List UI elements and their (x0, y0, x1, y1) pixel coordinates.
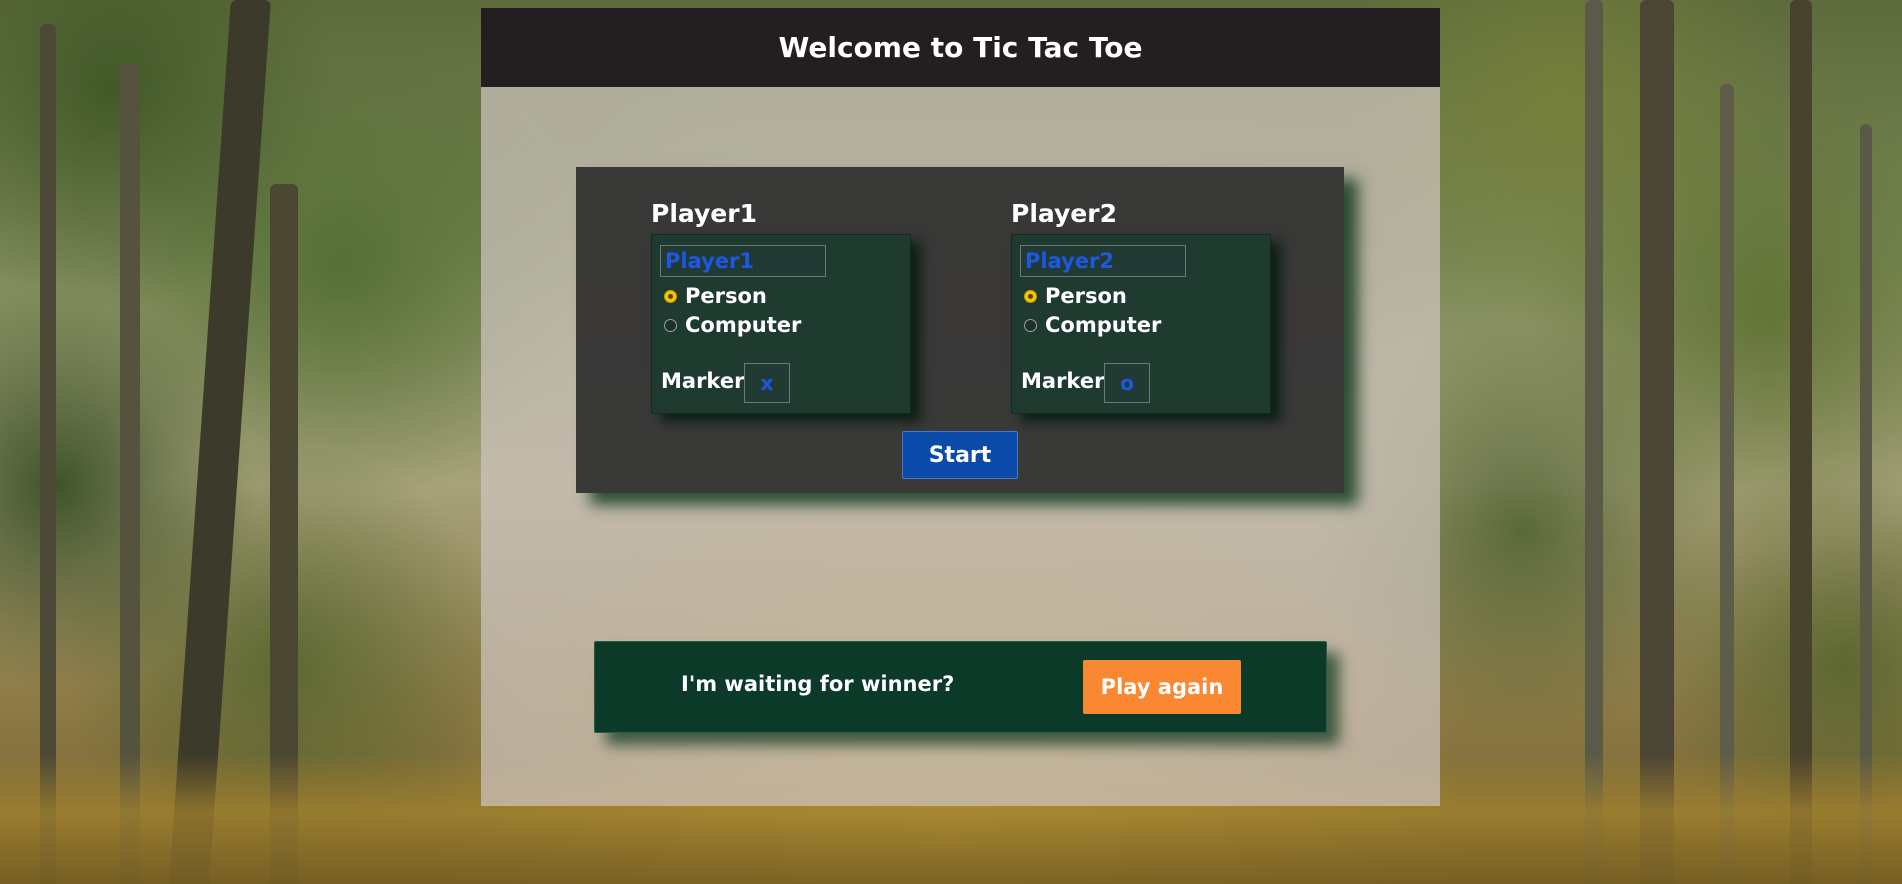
player2-computer-radio[interactable] (1024, 318, 1037, 332)
player2-person-radio[interactable] (1024, 289, 1037, 303)
player2-option-person[interactable]: Person (1024, 283, 1127, 309)
player1-computer-label: Computer (685, 313, 802, 337)
tree-trunk (1585, 0, 1603, 884)
player2-name-input[interactable] (1020, 245, 1186, 277)
player2-marker-field[interactable]: o (1104, 363, 1150, 403)
player1-name-input[interactable] (660, 245, 826, 277)
tree-trunk (1790, 0, 1812, 884)
tree-trunk (1640, 0, 1674, 884)
player2-option-computer[interactable]: Computer (1024, 312, 1161, 338)
player2-marker-label: Marker (1021, 369, 1105, 393)
player1-computer-radio[interactable] (664, 318, 677, 332)
game-panel: Welcome to Tic Tac Toe Player1 Person Co… (481, 8, 1440, 806)
winner-message: I'm waiting for winner? (681, 672, 955, 696)
player2-title: Player2 (1011, 199, 1117, 228)
player1-option-computer[interactable]: Computer (664, 312, 801, 338)
player1-marker-field[interactable]: x (744, 363, 790, 403)
player2-card: Person Computer Marker o (1011, 234, 1271, 414)
player1-option-person[interactable]: Person (664, 283, 767, 309)
play-again-button[interactable]: Play again (1083, 660, 1241, 714)
player2-person-label: Person (1045, 284, 1127, 308)
player1-card: Person Computer Marker x (651, 234, 911, 414)
player-setup: Player1 Person Computer Marker x Player2… (576, 167, 1344, 493)
player1-person-label: Person (685, 284, 767, 308)
player2-computer-label: Computer (1045, 313, 1162, 337)
start-button[interactable]: Start (902, 431, 1018, 479)
page-title: Welcome to Tic Tac Toe (481, 8, 1440, 87)
result-bar: I'm waiting for winner? Play again (594, 641, 1327, 733)
player1-person-radio[interactable] (664, 289, 677, 303)
player1-marker-label: Marker (661, 369, 745, 393)
player1-title: Player1 (651, 199, 757, 228)
